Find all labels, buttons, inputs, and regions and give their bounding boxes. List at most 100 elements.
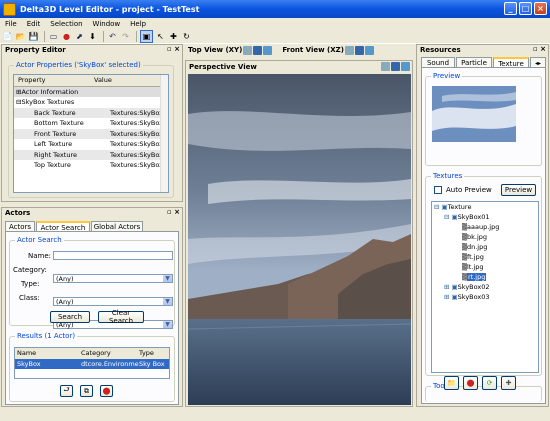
redo-icon[interactable]: ↷ — [120, 31, 131, 42]
panel-close-icon[interactable]: ▫ × — [167, 208, 180, 216]
search-button[interactable]: Search — [50, 311, 90, 323]
refresh-icon[interactable]: ⟳ — [482, 376, 497, 390]
goto-actor-icon[interactable]: ⮐ — [60, 385, 73, 397]
property-table-header: Property Value — [14, 75, 168, 87]
viewport-mode-icon[interactable] — [381, 62, 390, 71]
tree-node-skybox02[interactable]: ⊞ ▣ SkyBox02 — [432, 282, 538, 292]
camera-icon[interactable]: ▣ — [140, 30, 153, 43]
col-type[interactable]: Type — [139, 349, 154, 357]
property-row[interactable]: Left TextureTextures:SkyBox01... — [14, 139, 168, 150]
col-value[interactable]: Value — [94, 76, 168, 84]
actor-search-label: Actor Search — [15, 236, 64, 244]
duplicate-actor-icon[interactable]: ⧉ — [80, 385, 93, 397]
menu-help[interactable]: Help — [125, 20, 151, 28]
app-icon — [3, 2, 16, 16]
top-view-label[interactable]: Top View (XY) — [188, 46, 242, 54]
menu-edit[interactable]: Edit — [22, 20, 46, 28]
results-header: Name Category Type — [15, 348, 169, 359]
export-icon[interactable]: ⬈ — [74, 31, 85, 42]
import-icon[interactable]: ⬇ — [87, 31, 98, 42]
section-skybox-textures[interactable]: ⊟ SkyBox Textures — [14, 97, 168, 108]
open-icon[interactable]: 📂 — [15, 31, 26, 42]
auto-preview-label: Auto Preview — [446, 186, 492, 194]
add-icon[interactable]: ✚ — [501, 376, 516, 390]
property-scrollbar[interactable] — [160, 75, 168, 192]
property-row[interactable]: Right TextureTextures:SkyBox01:rt. — [14, 149, 168, 160]
name-label: Name: — [28, 252, 52, 260]
undo-icon[interactable]: ↶ — [107, 31, 118, 42]
viewport-mode-icon[interactable] — [401, 62, 410, 71]
results-group: Results (1 Actor) Name Category Type Sky… — [9, 332, 175, 402]
maximize-button[interactable]: □ — [519, 2, 532, 15]
actor-search-group: Actor Search Name: Category: (Any) ▼ Type… — [9, 236, 175, 329]
property-row[interactable]: Back TextureTextures:SkyBox01... — [14, 107, 168, 118]
translate-icon[interactable]: ✚ — [168, 31, 179, 42]
tree-file[interactable]: ▒ dn.jpg — [432, 242, 538, 252]
actors-panel: Actors ▫ × Actors Actor Search Global Ac… — [1, 207, 183, 407]
new-map-icon[interactable]: ▭ — [48, 31, 59, 42]
type-select[interactable]: (Any) ▼ — [53, 297, 173, 306]
col-category[interactable]: Category — [81, 349, 139, 357]
tree-file[interactable]: ▒ aaaup.jpg — [432, 222, 538, 232]
delete-actor-icon[interactable]: ⬤ — [100, 385, 113, 397]
window-title: Delta3D Level Editor - project - TestTes… — [20, 4, 200, 14]
menu-file[interactable]: File — [0, 20, 22, 28]
category-label: Category: — [13, 266, 47, 274]
property-table: Property Value ⊞ Actor Information ⊟ Sky… — [13, 74, 169, 193]
folder-icon[interactable]: 📁 — [444, 376, 459, 390]
preview-label: Preview — [431, 72, 463, 80]
viewport-mode-icon[interactable] — [344, 45, 354, 55]
actor-properties-group: Actor Properties ('SkyBox' selected) Pro… — [8, 61, 174, 198]
select-icon[interactable]: ↖ — [155, 31, 166, 42]
panel-close-icon[interactable]: ▫ × — [167, 45, 180, 53]
preview-button[interactable]: Preview — [501, 184, 536, 196]
category-select[interactable]: (Any) ▼ — [53, 274, 173, 283]
menu-selection[interactable]: Selection — [45, 20, 87, 28]
minimize-button[interactable]: _ — [504, 2, 517, 15]
perspective-viewport[interactable] — [188, 74, 411, 405]
tree-node-skybox03[interactable]: ⊞ ▣ SkyBox03 — [432, 292, 538, 302]
viewport-mode-icon[interactable] — [253, 45, 263, 55]
front-view-label[interactable]: Front View (XZ) — [282, 46, 344, 54]
delete-icon[interactable]: ⬤ — [463, 376, 478, 390]
save-icon[interactable]: 💾 — [28, 31, 39, 42]
tree-file[interactable]: ▒ ft.jpg — [432, 252, 538, 262]
viewport-mode-icon[interactable] — [354, 45, 364, 55]
actor-properties-label: Actor Properties ('SkyBox' selected) — [14, 61, 143, 69]
tree-file[interactable]: ▒ lt.jpg — [432, 262, 538, 272]
main-toolbar: 📄 📂 💾 ▭ ● ⬈ ⬇ ↶ ↷ ▣ ↖ ✚ ↻ — [0, 30, 550, 44]
rotate-icon[interactable]: ↻ — [181, 31, 192, 42]
viewport-mode-icon[interactable] — [263, 45, 273, 55]
title-bar: Delta3D Level Editor - project - TestTes… — [0, 0, 550, 18]
close-button[interactable]: × — [534, 2, 547, 15]
new-icon[interactable]: 📄 — [2, 31, 13, 42]
property-row[interactable]: Top TextureTextures:SkyBox01... — [14, 160, 168, 171]
tree-node-texture[interactable]: ⊟ ▣ Texture — [432, 202, 538, 212]
texture-preview-image — [432, 86, 516, 142]
close-map-icon[interactable]: ● — [61, 31, 72, 42]
resources-panel: Resources ▫ × Sound Particle Texture ◂▸ … — [416, 44, 549, 407]
tree-file-selected[interactable]: ▒ rt.jpg — [432, 272, 538, 282]
results-table: Name Category Type SkyBox dtcore.Environ… — [14, 347, 170, 379]
viewport-mode-icon[interactable] — [243, 45, 253, 55]
actors-title: Actors — [5, 209, 31, 217]
menu-bar: File Edit Selection Window Help — [0, 18, 550, 30]
textures-label: Textures — [431, 172, 465, 180]
tree-node-skybox01[interactable]: ⊟ ▣ SkyBox01 — [432, 212, 538, 222]
viewport-mode-icon[interactable] — [364, 45, 374, 55]
property-row[interactable]: Bottom TextureTextures:SkyBox01... — [14, 118, 168, 129]
name-input[interactable] — [53, 251, 173, 260]
section-actor-information[interactable]: ⊞ Actor Information — [14, 86, 168, 97]
menu-window[interactable]: Window — [88, 20, 126, 28]
auto-preview-checkbox[interactable] — [434, 186, 442, 194]
col-name[interactable]: Name — [15, 349, 81, 357]
panel-close-icon[interactable]: ▫ × — [533, 45, 546, 53]
tree-file[interactable]: ▒ bk.jpg — [432, 232, 538, 242]
property-row[interactable]: Front TextureTextures:SkyBox01... — [14, 128, 168, 139]
chevron-down-icon: ▼ — [163, 275, 172, 282]
col-property[interactable]: Property — [14, 76, 94, 84]
perspective-view-panel: Perspective View — [185, 60, 413, 407]
clear-search-button[interactable]: Clear Search — [98, 309, 144, 325]
viewport-mode-icon[interactable] — [391, 62, 400, 71]
table-row[interactable]: SkyBox dtcore.Environment Sky Box — [15, 358, 169, 369]
